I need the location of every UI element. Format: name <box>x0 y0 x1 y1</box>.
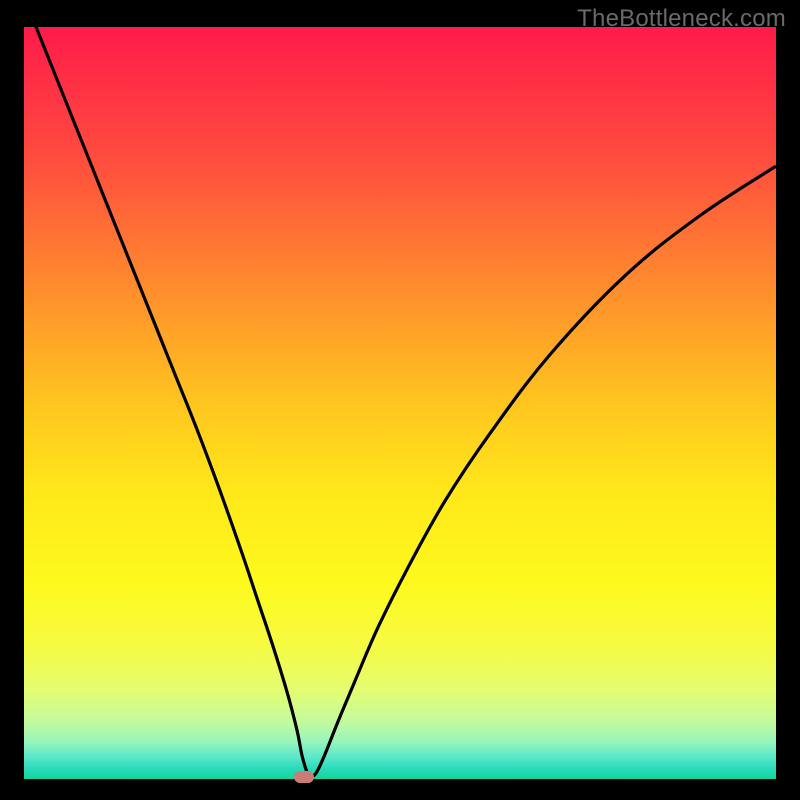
chart-canvas <box>24 27 776 779</box>
optimal-point-marker <box>294 771 314 783</box>
bottleneck-curve-path <box>24 27 776 777</box>
bottleneck-curve-svg <box>24 27 776 779</box>
